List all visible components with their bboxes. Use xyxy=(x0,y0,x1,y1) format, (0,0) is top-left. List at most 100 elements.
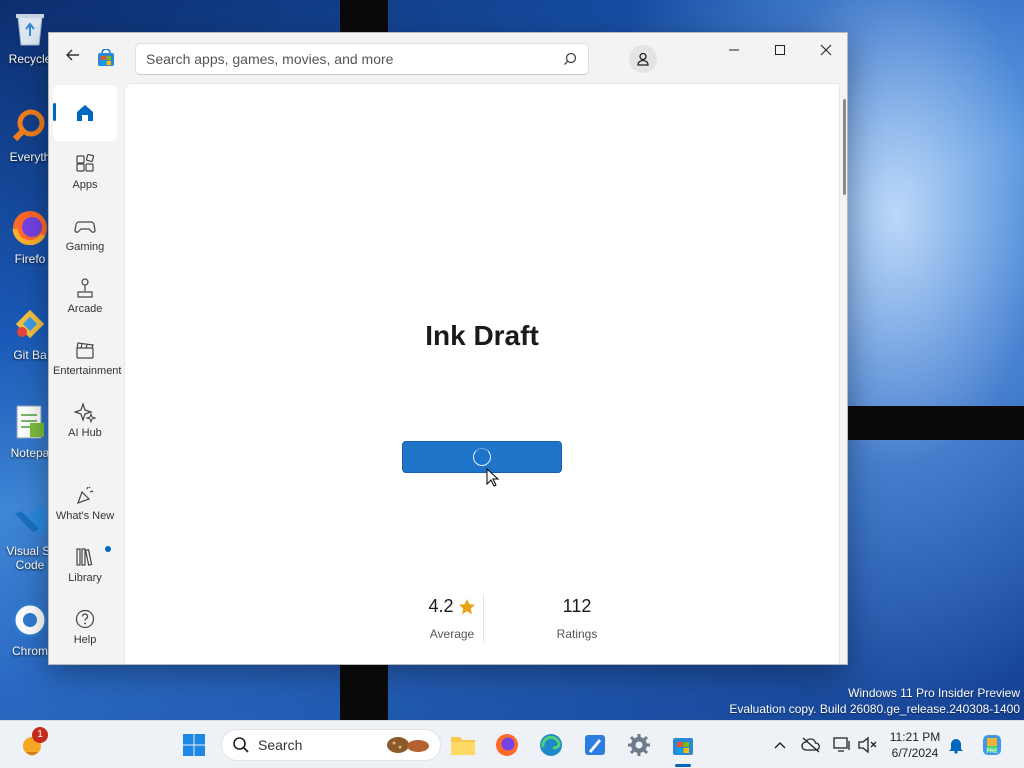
star-icon xyxy=(458,598,475,614)
store-window: Apps Gaming Arcade Entertainment AI Hub … xyxy=(48,32,848,665)
taskbar-paint[interactable] xyxy=(581,731,609,759)
sidebar-item-home[interactable] xyxy=(53,85,117,141)
sidebar-item-gaming[interactable]: Gaming xyxy=(53,215,117,253)
joystick-icon xyxy=(77,278,93,298)
copilot-icon: PRE xyxy=(983,735,1001,755)
install-button[interactable] xyxy=(402,441,562,473)
maximize-icon xyxy=(775,45,785,55)
everything-search-icon xyxy=(10,106,50,146)
chrome-icon xyxy=(10,600,50,640)
sidebar-item-label: Gaming xyxy=(65,241,105,253)
sidebar: Apps Gaming Arcade Entertainment AI Hub … xyxy=(49,81,121,664)
network-icon xyxy=(833,737,850,752)
sidebar-item-label: Help xyxy=(73,634,97,646)
account-button[interactable] xyxy=(629,45,657,73)
sidebar-item-label: Arcade xyxy=(67,303,103,315)
cloud-offline-icon xyxy=(801,737,820,753)
notifications-button[interactable] xyxy=(942,731,970,759)
sidebar-item-whats-new[interactable]: What's New xyxy=(53,484,117,522)
loading-spinner-icon xyxy=(473,448,491,466)
wallpaper-bar xyxy=(848,406,1024,440)
watermark-line: Windows 11 Pro Insider Preview xyxy=(848,686,1020,700)
rating-label: Average xyxy=(429,627,475,641)
taskbar-search-label: Search xyxy=(258,737,303,753)
app-title: Ink Draft xyxy=(425,320,539,351)
evaluation-watermark: Windows 11 Pro Insider Preview Evaluatio… xyxy=(729,685,1020,717)
firefox-icon xyxy=(496,734,518,756)
watermark-line: Evaluation copy. Build 26080.ge_release.… xyxy=(729,702,1020,716)
title-bar xyxy=(49,33,847,81)
scrollbar[interactable] xyxy=(843,99,846,195)
taskbar-search[interactable]: Search xyxy=(221,729,441,761)
ratings-count: 112 Ratings xyxy=(545,596,609,641)
sidebar-item-label: Entertainment xyxy=(53,365,122,377)
back-button[interactable] xyxy=(63,47,83,67)
notification-badge: 1 xyxy=(32,727,48,743)
sidebar-item-entertainment[interactable]: Entertainment xyxy=(53,339,122,377)
windows-icon xyxy=(183,734,205,756)
close-icon xyxy=(820,44,832,56)
taskbar-store[interactable] xyxy=(669,731,697,767)
apps-icon xyxy=(76,153,95,172)
taskbar-edge[interactable] xyxy=(537,731,565,759)
tray-volume[interactable] xyxy=(853,731,881,759)
paint-icon xyxy=(585,735,605,755)
sidebar-item-label: Apps xyxy=(72,179,98,191)
wallpaper-bar xyxy=(340,0,388,34)
search-icon xyxy=(233,737,249,753)
maximize-button[interactable] xyxy=(757,39,803,61)
sidebar-item-library[interactable]: Library xyxy=(53,546,117,584)
sidebar-item-arcade[interactable]: Arcade xyxy=(53,277,117,315)
sidebar-item-ai-hub[interactable]: AI Hub xyxy=(53,401,117,439)
divider xyxy=(483,594,484,642)
tray-onedrive[interactable] xyxy=(797,731,825,759)
store-icon xyxy=(673,738,693,755)
home-icon xyxy=(77,105,93,121)
taskbar: 1 Search 11:21 PM 6/7/2024 PRE xyxy=(0,720,1024,768)
clock-date: 6/7/2024 xyxy=(891,746,939,760)
tray-overflow-button[interactable] xyxy=(766,731,794,759)
mouse-cursor-icon xyxy=(486,468,500,487)
wallpaper-bar xyxy=(340,665,388,720)
bell-icon xyxy=(949,739,963,754)
sidebar-item-label: Library xyxy=(68,572,102,584)
taskbar-settings[interactable] xyxy=(625,731,653,759)
gear-icon xyxy=(628,734,650,756)
git-bash-icon xyxy=(10,304,50,344)
party-popper-icon xyxy=(76,486,94,505)
copilot-button[interactable]: PRE xyxy=(978,731,1006,759)
sidebar-item-apps[interactable]: Apps xyxy=(53,153,117,191)
rating-value: 4.2 xyxy=(428,596,454,616)
close-button[interactable] xyxy=(803,39,847,61)
store-logo-icon xyxy=(97,48,115,67)
clapperboard-icon xyxy=(76,342,94,359)
rating-average: 4.2 Average xyxy=(415,596,489,641)
sparkle-icon xyxy=(74,402,96,423)
search-icon[interactable] xyxy=(562,51,578,67)
help-icon xyxy=(75,609,95,629)
search-input[interactable] xyxy=(146,51,562,67)
clock[interactable]: 11:21 PM 6/7/2024 xyxy=(880,729,950,761)
edge-icon xyxy=(540,734,562,756)
recycle-bin-icon xyxy=(10,8,50,48)
sidebar-item-label: AI Hub xyxy=(68,427,102,439)
search-highlight-icon xyxy=(387,737,429,753)
minimize-button[interactable] xyxy=(711,39,757,61)
sidebar-item-help[interactable]: Help xyxy=(53,608,117,646)
arrow-left-icon xyxy=(66,49,79,61)
active-indicator xyxy=(53,103,56,121)
gamepad-icon xyxy=(74,221,96,233)
sidebar-item-label: What's New xyxy=(55,510,115,522)
library-icon xyxy=(76,548,93,566)
volume-muted-icon xyxy=(858,736,877,754)
notepad-icon xyxy=(10,402,50,442)
folder-icon xyxy=(451,737,475,755)
search-box[interactable] xyxy=(135,43,589,75)
taskbar-firefox[interactable] xyxy=(493,731,521,759)
user-icon xyxy=(637,52,649,66)
start-button[interactable] xyxy=(180,731,208,759)
taskbar-file-explorer[interactable] xyxy=(449,731,477,759)
clock-time: 11:21 PM xyxy=(889,730,941,744)
taskbar-weather[interactable]: 1 xyxy=(18,727,48,759)
svg-text:PRE: PRE xyxy=(986,748,998,755)
